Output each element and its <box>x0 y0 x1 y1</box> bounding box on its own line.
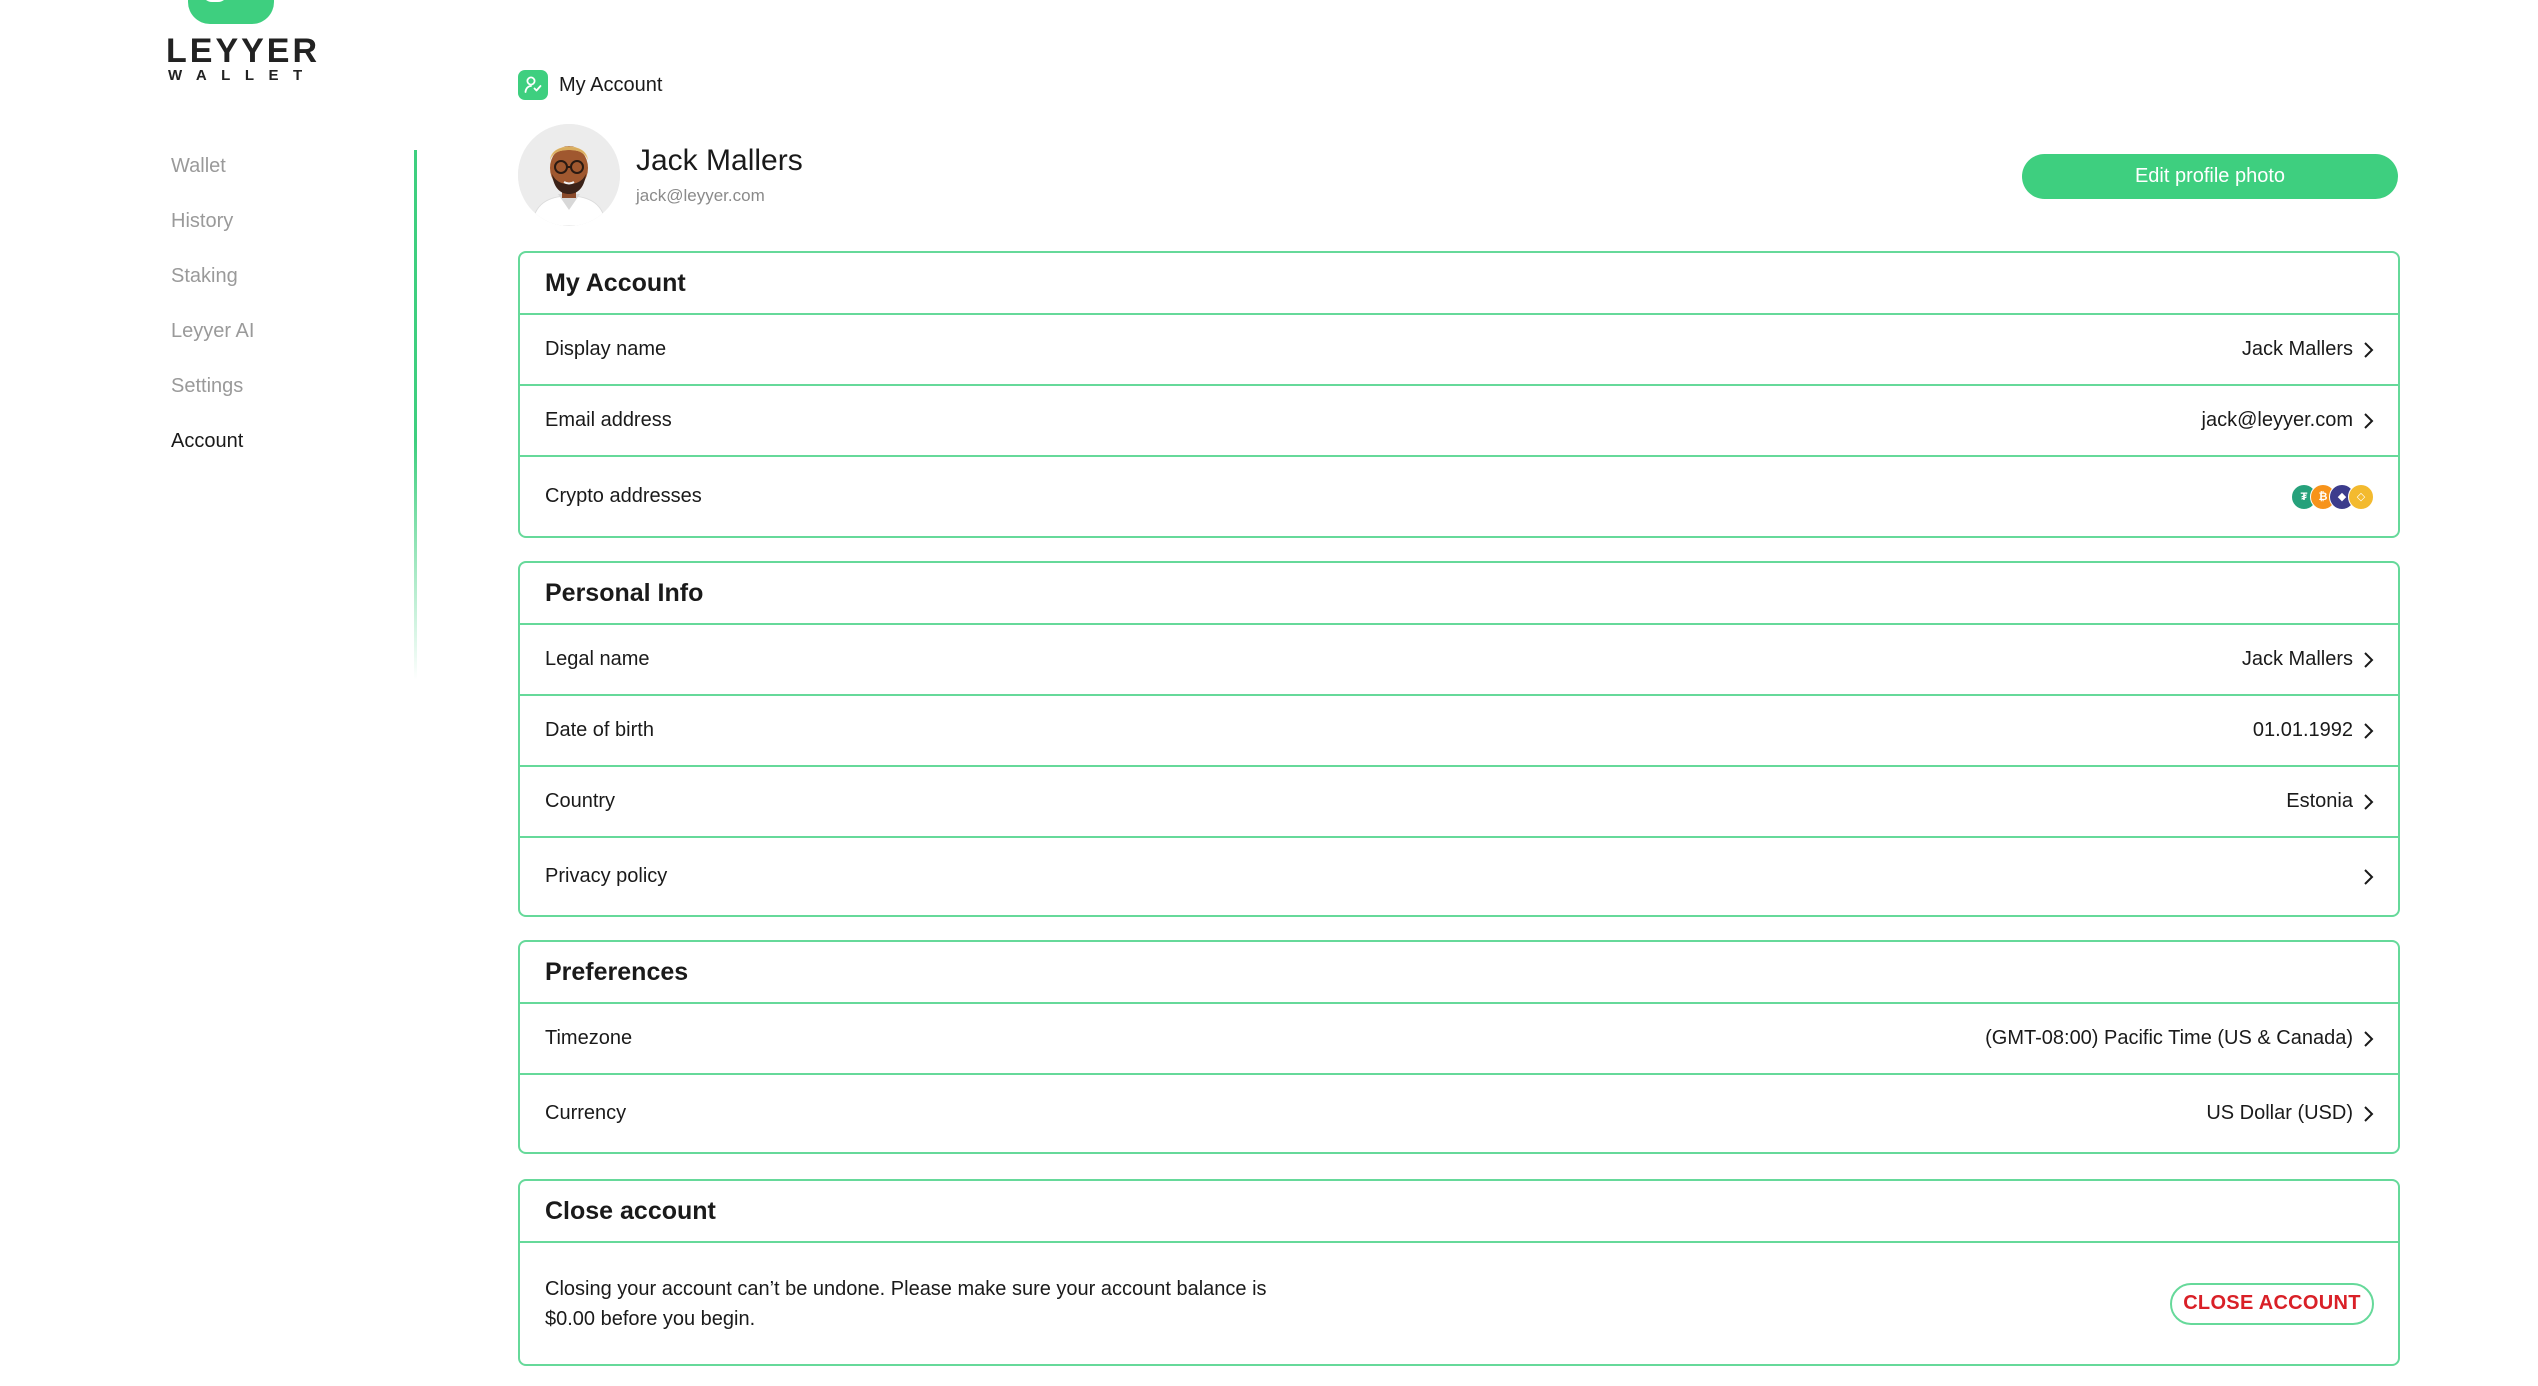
chevron-right-icon <box>2363 1105 2374 1123</box>
row-value: US Dollar (USD) <box>2206 1102 2353 1124</box>
card-title: My Account <box>545 268 686 297</box>
row-value: (GMT-08:00) Pacific Time (US & Canada) <box>1985 1027 2353 1049</box>
row-label: Date of birth <box>545 719 654 741</box>
close-account-card: Close account Closing your account can’t… <box>518 1179 2400 1366</box>
chevron-right-icon <box>2363 868 2374 886</box>
row-label: Country <box>545 790 616 812</box>
country-row[interactable]: Country Estonia <box>520 767 2398 838</box>
crypto-addresses-row[interactable]: Crypto addresses ₮ ₿ ◆ ◇ <box>520 457 2398 536</box>
row-value: Estonia <box>2286 790 2353 812</box>
card-header: My Account <box>520 253 2398 315</box>
sidebar-item-settings[interactable]: Settings <box>171 368 254 423</box>
my-account-card: My Account Display name Jack Mallers Ema… <box>518 251 2400 538</box>
chevron-right-icon <box>2363 412 2374 430</box>
sidebar-item-history[interactable]: History <box>171 203 254 258</box>
bnb-icon: ◇ <box>2348 483 2374 510</box>
privacy-policy-row[interactable]: Privacy policy <box>520 838 2398 915</box>
chevron-right-icon <box>2363 1030 2374 1048</box>
user-icon <box>518 70 548 100</box>
sidebar-item-wallet[interactable]: Wallet <box>171 148 254 203</box>
brand-logo[interactable]: LEYYER WALLET <box>166 0 317 92</box>
sidebar-nav: Wallet History Staking Leyyer AI Setting… <box>171 148 254 478</box>
row-label: Legal name <box>545 648 650 670</box>
timezone-row[interactable]: Timezone (GMT-08:00) Pacific Time (US & … <box>520 1004 2398 1075</box>
card-header: Preferences <box>520 942 2398 1004</box>
sidebar-item-leyyer-ai[interactable]: Leyyer AI <box>171 313 254 368</box>
brand-name: LEYYER <box>166 32 321 70</box>
legal-name-row[interactable]: Legal name Jack Mallers <box>520 625 2398 696</box>
close-account-warning: Closing your account can’t be undone. Pl… <box>545 1277 1267 1330</box>
avatar[interactable] <box>518 124 620 226</box>
crypto-coins: ₮ ₿ ◆ ◇ <box>2291 483 2374 510</box>
edit-profile-photo-button[interactable]: Edit profile photo <box>2022 154 2398 199</box>
brand-sub: WALLET <box>168 67 317 84</box>
currency-row[interactable]: Currency US Dollar (USD) <box>520 1075 2398 1152</box>
card-title: Personal Info <box>545 578 704 607</box>
user-name: Jack Mallers <box>636 144 803 177</box>
row-value: Jack Mallers <box>2241 648 2353 670</box>
logo-mark <box>188 0 274 24</box>
row-label: Currency <box>545 1102 627 1124</box>
chevron-right-icon <box>2363 793 2374 811</box>
preferences-card: Preferences Timezone (GMT-08:00) Pacific… <box>518 940 2400 1154</box>
close-account-button[interactable]: CLOSE ACCOUNT <box>2170 1282 2374 1325</box>
row-label: Email address <box>545 409 672 431</box>
user-email: jack@leyyer.com <box>636 186 765 205</box>
sidebar-item-account[interactable]: Account <box>171 423 254 478</box>
card-header: Personal Info <box>520 563 2398 625</box>
row-value: jack@leyyer.com <box>2201 409 2353 431</box>
row-label: Crypto addresses <box>545 485 702 507</box>
row-label: Timezone <box>545 1027 633 1049</box>
chevron-right-icon <box>2363 722 2374 740</box>
row-value: 01.01.1992 <box>2252 719 2353 741</box>
date-of-birth-row[interactable]: Date of birth 01.01.1992 <box>520 696 2398 767</box>
personal-info-card: Personal Info Legal name Jack Mallers Da… <box>518 561 2400 917</box>
row-label: Display name <box>545 338 667 360</box>
chevron-right-icon <box>2363 651 2374 669</box>
chevron-right-icon <box>2363 341 2374 359</box>
display-name-row[interactable]: Display name Jack Mallers <box>520 315 2398 386</box>
breadcrumb: My Account <box>518 69 662 101</box>
sidebar-item-staking[interactable]: Staking <box>171 258 254 313</box>
row-label: Privacy policy <box>545 865 668 887</box>
close-account-body: Closing your account can’t be undone. Pl… <box>520 1243 2398 1364</box>
row-value: Jack Mallers <box>2241 338 2353 360</box>
card-title: Close account <box>545 1196 716 1225</box>
card-header: Close account <box>520 1181 2398 1243</box>
email-address-row[interactable]: Email address jack@leyyer.com <box>520 386 2398 457</box>
sidebar-divider <box>414 150 417 680</box>
card-title: Preferences <box>545 957 689 986</box>
breadcrumb-label: My Account <box>559 73 663 96</box>
